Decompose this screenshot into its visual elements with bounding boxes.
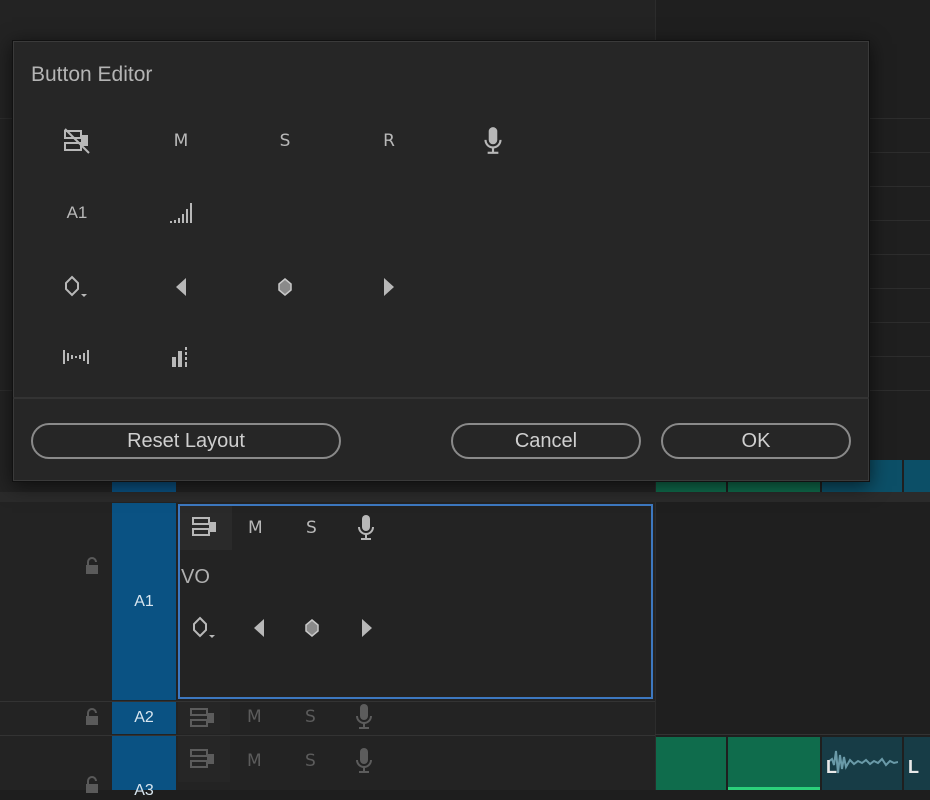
voice-over-record-icon[interactable]: [354, 703, 374, 731]
audio-clip[interactable]: L: [904, 737, 930, 790]
next-keyframe-icon[interactable]: [361, 267, 417, 307]
track-label-a3[interactable]: A3: [112, 736, 176, 799]
clip-channel-label: L: [826, 757, 837, 777]
voice-over-record-icon[interactable]: [465, 121, 521, 161]
toggle-sync-lock-disabled-icon[interactable]: [49, 121, 105, 161]
dialog-title: Button Editor: [31, 63, 153, 86]
lock-icon[interactable]: [82, 556, 102, 576]
track-name-icon[interactable]: A1: [49, 193, 105, 233]
add-keyframe-icon[interactable]: [257, 267, 313, 307]
solo-label: S: [279, 131, 291, 151]
button-editor-dialog: Button Editor M S R A1 Reset Layout Canc…: [12, 40, 870, 482]
track-header-a1-selected[interactable]: M S VO: [178, 504, 653, 699]
next-keyframe-icon[interactable]: [360, 618, 374, 638]
track-label-text: A3: [134, 782, 154, 799]
add-keyframe-icon[interactable]: [304, 619, 320, 637]
reset-layout-button[interactable]: Reset Layout: [31, 423, 341, 459]
track-divider: [868, 186, 930, 187]
show-keyframes-icon[interactable]: [49, 267, 105, 307]
track-name-label: A1: [66, 203, 88, 222]
mute-button[interactable]: M: [247, 707, 262, 727]
toggle-sync-lock-icon[interactable]: [192, 516, 218, 538]
track-divider: [0, 390, 12, 391]
track-divider: [0, 701, 655, 702]
solo-track-icon[interactable]: S: [257, 121, 313, 161]
track-divider: [868, 322, 930, 323]
lock-icon[interactable]: [82, 775, 102, 795]
dialog-divider: [13, 397, 869, 399]
previous-keyframe-icon[interactable]: [153, 267, 209, 307]
track-divider: [868, 152, 930, 153]
sync-lock-cell[interactable]: [178, 736, 230, 782]
solo-button[interactable]: S: [306, 518, 317, 538]
audio-waveform-icon[interactable]: [49, 337, 105, 377]
mute-label: M: [173, 131, 189, 151]
track-divider: [868, 356, 930, 357]
track-label-text: A1: [134, 592, 154, 610]
track-divider: [868, 118, 930, 119]
voice-over-record-icon[interactable]: [354, 747, 374, 775]
track-label-text: A2: [134, 709, 154, 726]
lock-icon[interactable]: [82, 707, 102, 727]
audio-clip[interactable]: [728, 737, 820, 790]
mute-track-icon[interactable]: M: [153, 121, 209, 161]
audio-waveform: [828, 750, 898, 774]
track-divider: [0, 735, 655, 736]
track-volume-meter-icon[interactable]: [153, 337, 209, 377]
track-label-a2[interactable]: A2: [112, 702, 176, 734]
track-divider: [868, 254, 930, 255]
video-clip[interactable]: [904, 460, 930, 492]
track-name[interactable]: VO: [181, 566, 210, 589]
track-divider: [868, 390, 930, 391]
mute-button[interactable]: M: [248, 518, 263, 538]
track-divider: [868, 288, 930, 289]
solo-button[interactable]: S: [305, 751, 316, 771]
ok-button[interactable]: OK: [661, 423, 851, 459]
sync-lock-cell[interactable]: [178, 702, 230, 734]
show-keyframes-icon[interactable]: [192, 616, 218, 640]
sync-lock-cell[interactable]: [180, 506, 232, 550]
read-automation-icon[interactable]: R: [361, 121, 417, 161]
toggle-sync-lock-icon[interactable]: [190, 748, 216, 770]
audio-clip[interactable]: [656, 737, 726, 790]
mute-button[interactable]: M: [247, 751, 262, 771]
track-divider: [868, 220, 930, 221]
cancel-button[interactable]: Cancel: [451, 423, 641, 459]
audio-clip[interactable]: L: [822, 737, 902, 790]
track-meter-icon[interactable]: [153, 193, 209, 233]
solo-button[interactable]: S: [305, 707, 316, 727]
previous-keyframe-icon[interactable]: [252, 618, 266, 638]
track-divider: [655, 734, 930, 735]
track-divider: [0, 118, 12, 119]
track-group-separator[interactable]: [0, 492, 930, 502]
track-label-a1[interactable]: A1: [112, 503, 176, 700]
voice-over-record-icon[interactable]: [356, 514, 376, 542]
clip-channel-label: L: [908, 757, 919, 777]
toggle-sync-lock-icon[interactable]: [190, 707, 216, 729]
read-label: R: [383, 131, 395, 151]
